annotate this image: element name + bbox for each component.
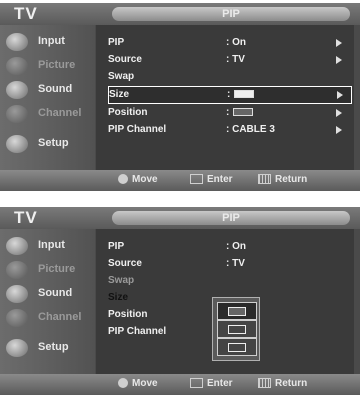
menu-row-swap[interactable]: Swap (108, 273, 350, 289)
row-label: Swap (108, 275, 135, 286)
row-label: PIP Channel (108, 124, 167, 135)
picture-icon (6, 261, 28, 279)
menu-row-source[interactable]: Source : TV (108, 52, 350, 68)
row-value: : On (226, 241, 246, 252)
row-label: Size (109, 89, 130, 100)
tv-label: TV (14, 4, 38, 23)
chevron-right-icon (337, 91, 343, 99)
tv-osd-screen-size-highlighted: TV PIP Input Picture Sound Channel Setup… (0, 3, 360, 191)
sidebar-item-picture[interactable]: Picture (4, 259, 92, 281)
pip-menu-panel: PIP : On Source : TV Swap Size : Positio… (96, 25, 354, 170)
menu-title: PIP (222, 212, 240, 224)
header-title-bar: PIP (112, 211, 350, 225)
row-value: : TV (226, 54, 245, 65)
setup-icon (6, 339, 28, 357)
footer-enter: Enter (190, 378, 233, 389)
footer-enter: Enter (190, 174, 233, 185)
sidebar-label: Picture (38, 263, 76, 275)
sidebar-label: Channel (38, 311, 82, 323)
menu-row-position[interactable]: Position : (108, 105, 350, 121)
enter-icon (190, 378, 203, 389)
sound-icon (6, 81, 28, 99)
sidebar-label: Sound (38, 83, 73, 95)
osd-sidebar: Input Picture Sound Channel Setup (0, 229, 95, 374)
pip-size-large-icon (228, 307, 246, 316)
osd-footer: Move Enter Return (0, 170, 360, 191)
osd-header: TV PIP (0, 207, 360, 229)
input-icon (6, 237, 28, 255)
enter-icon (190, 174, 203, 185)
menu-row-pip[interactable]: PIP : On (108, 239, 350, 255)
osd-header: TV PIP (0, 3, 360, 25)
sidebar-label: Sound (38, 287, 73, 299)
row-label: Source (108, 258, 142, 269)
footer-return: Return (258, 378, 307, 389)
pip-size-medium-icon (228, 325, 246, 334)
sidebar-label: Channel (38, 107, 82, 119)
chevron-right-icon (336, 126, 342, 134)
row-label: Size (108, 292, 129, 303)
size-option-small[interactable] (217, 338, 257, 356)
sidebar-item-channel[interactable]: Channel (4, 103, 92, 125)
menu-title: PIP (222, 8, 240, 20)
row-label: Position (108, 309, 148, 320)
menu-row-source[interactable]: Source : TV (108, 256, 350, 272)
row-label: PIP (108, 37, 125, 48)
sidebar-label: Input (38, 239, 65, 251)
menu-row-size[interactable]: Size : (108, 86, 352, 104)
setup-icon (6, 135, 28, 153)
return-icon (258, 174, 271, 185)
chevron-right-icon (336, 56, 342, 64)
sidebar-item-setup[interactable]: Setup (4, 133, 92, 155)
osd-sidebar: Input Picture Sound Channel Setup (0, 25, 95, 170)
tv-osd-screen-size-open: TV PIP Input Picture Sound Channel Setup… (0, 207, 360, 395)
footer-move: Move (118, 378, 158, 389)
menu-row-pip-channel[interactable]: PIP Channel : CABLE 3 (108, 122, 350, 138)
sidebar-item-picture[interactable]: Picture (4, 55, 92, 77)
sidebar-item-input[interactable]: Input (4, 235, 92, 257)
row-label: PIP Channel (108, 326, 167, 337)
row-label: Position (108, 107, 148, 118)
sidebar-label: Setup (38, 341, 69, 353)
sound-icon (6, 285, 28, 303)
pip-size-icon (234, 90, 255, 99)
size-option-large[interactable] (217, 302, 257, 320)
size-option-medium[interactable] (217, 320, 257, 338)
sidebar-label: Setup (38, 137, 69, 149)
move-icon (118, 378, 128, 389)
tv-label: TV (14, 208, 38, 227)
row-value: : On (226, 37, 246, 48)
pip-size-small-icon (228, 343, 246, 352)
row-label: PIP (108, 241, 125, 252)
move-icon (118, 174, 128, 185)
chevron-right-icon (336, 39, 342, 47)
row-value: : CABLE 3 (226, 124, 275, 135)
footer-return: Return (258, 174, 307, 185)
row-value: : (226, 107, 254, 118)
size-options-popup (212, 297, 260, 361)
chevron-right-icon (336, 109, 342, 117)
footer-move: Move (118, 174, 158, 185)
menu-row-swap[interactable]: Swap (108, 69, 350, 85)
channel-icon (6, 309, 28, 327)
sidebar-item-sound[interactable]: Sound (4, 79, 92, 101)
pip-position-icon (233, 108, 254, 117)
sidebar-label: Input (38, 35, 65, 47)
return-icon (258, 378, 271, 389)
header-title-bar: PIP (112, 7, 350, 21)
sidebar-item-input[interactable]: Input (4, 31, 92, 53)
channel-icon (6, 105, 28, 123)
row-label: Swap (108, 71, 135, 82)
row-value: : (227, 89, 255, 100)
row-label: Source (108, 54, 142, 65)
row-value: : TV (226, 258, 245, 269)
sidebar-item-setup[interactable]: Setup (4, 337, 92, 359)
osd-footer: Move Enter Return (0, 374, 360, 395)
sidebar-item-sound[interactable]: Sound (4, 283, 92, 305)
menu-row-pip[interactable]: PIP : On (108, 35, 350, 51)
picture-icon (6, 57, 28, 75)
input-icon (6, 33, 28, 51)
sidebar-label: Picture (38, 59, 76, 71)
sidebar-item-channel[interactable]: Channel (4, 307, 92, 329)
